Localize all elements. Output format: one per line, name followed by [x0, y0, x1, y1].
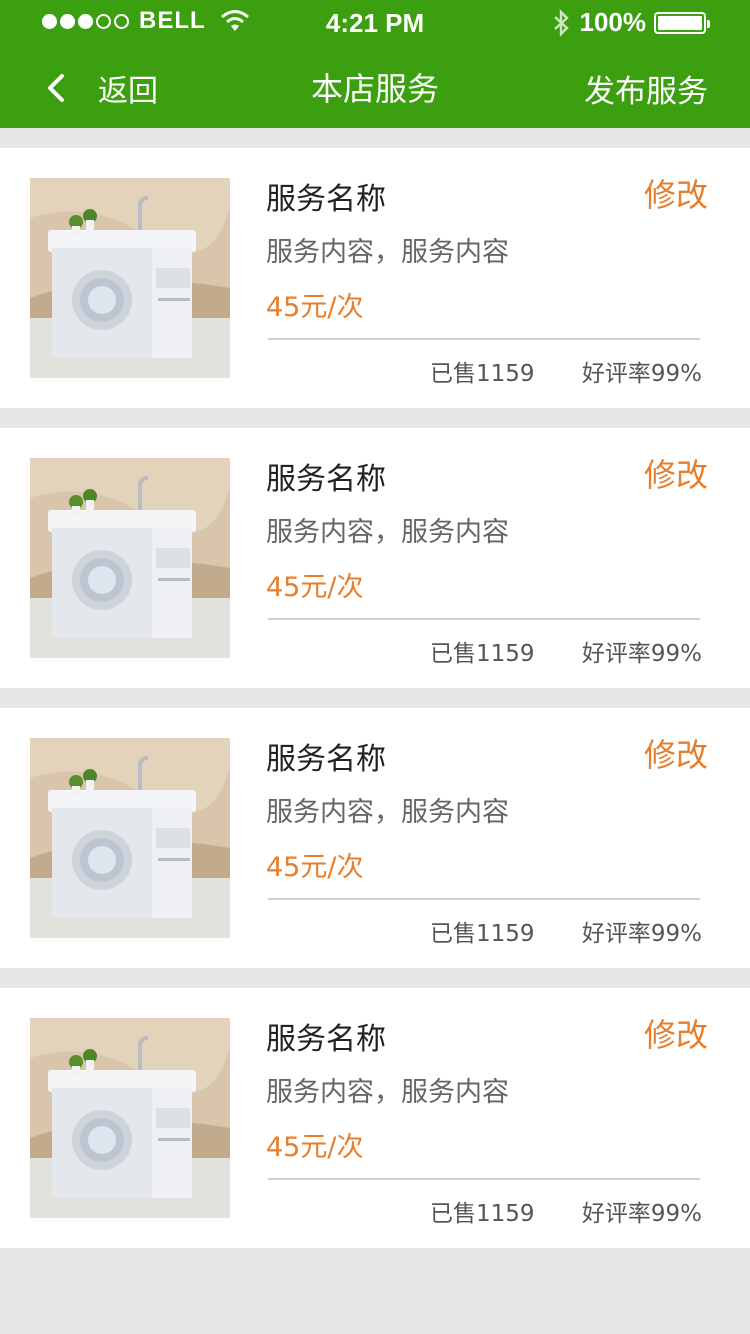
service-card[interactable]: 服务名称 修改 服务内容，服务内容 45元/次 已售1159 好评率99% — [0, 148, 750, 408]
header: BELL 4:21 PM 100% 返回 本店服务 发布服务 — [0, 0, 750, 128]
status-bar: BELL 4:21 PM 100% — [0, 0, 750, 44]
service-price: 45元/次 — [266, 852, 364, 883]
service-description: 服务内容，服务内容 — [266, 797, 509, 828]
status-right: 100% — [550, 7, 710, 38]
sold-count: 已售1159 — [430, 641, 535, 667]
divider — [268, 618, 700, 620]
service-image — [30, 738, 230, 938]
service-name: 服务名称 — [266, 462, 386, 497]
service-image — [30, 1018, 230, 1218]
battery-icon — [654, 11, 710, 34]
service-price: 45元/次 — [266, 1132, 364, 1163]
edit-button[interactable]: 修改 — [644, 170, 708, 216]
service-image — [30, 178, 230, 378]
service-card[interactable]: 服务名称 修改 服务内容，服务内容 45元/次 已售1159 好评率99% — [0, 708, 750, 968]
service-card[interactable]: 服务名称 修改 服务内容，服务内容 45元/次 已售1159 好评率99% — [0, 988, 750, 1248]
service-description: 服务内容，服务内容 — [266, 237, 509, 268]
service-price: 45元/次 — [266, 572, 364, 603]
rating-rate: 好评率99% — [581, 361, 702, 387]
rating-rate: 好评率99% — [581, 1201, 702, 1227]
battery-percent: 100% — [579, 7, 647, 37]
service-price: 45元/次 — [266, 292, 364, 323]
service-description: 服务内容，服务内容 — [266, 517, 509, 548]
edit-button[interactable]: 修改 — [644, 1010, 708, 1056]
edit-button[interactable]: 修改 — [644, 450, 708, 496]
service-name: 服务名称 — [266, 742, 386, 777]
service-description: 服务内容，服务内容 — [266, 1077, 509, 1108]
rating-rate: 好评率99% — [581, 641, 702, 667]
publish-service-button[interactable]: 发布服务 — [584, 66, 708, 111]
sold-count: 已售1159 — [430, 361, 535, 387]
service-list: 服务名称 修改 服务内容，服务内容 45元/次 已售1159 好评率99% 服务… — [0, 148, 750, 1268]
sold-count: 已售1159 — [430, 1201, 535, 1227]
divider — [268, 898, 700, 900]
bluetooth-icon — [553, 8, 569, 37]
sold-count: 已售1159 — [430, 921, 535, 947]
service-image — [30, 458, 230, 658]
rating-rate: 好评率99% — [581, 921, 702, 947]
edit-button[interactable]: 修改 — [644, 730, 708, 776]
service-card[interactable]: 服务名称 修改 服务内容，服务内容 45元/次 已售1159 好评率99% — [0, 428, 750, 688]
nav-bar: 返回 本店服务 发布服务 — [0, 44, 750, 128]
service-name: 服务名称 — [266, 182, 386, 217]
divider — [268, 1178, 700, 1180]
divider — [268, 338, 700, 340]
service-name: 服务名称 — [266, 1022, 386, 1057]
